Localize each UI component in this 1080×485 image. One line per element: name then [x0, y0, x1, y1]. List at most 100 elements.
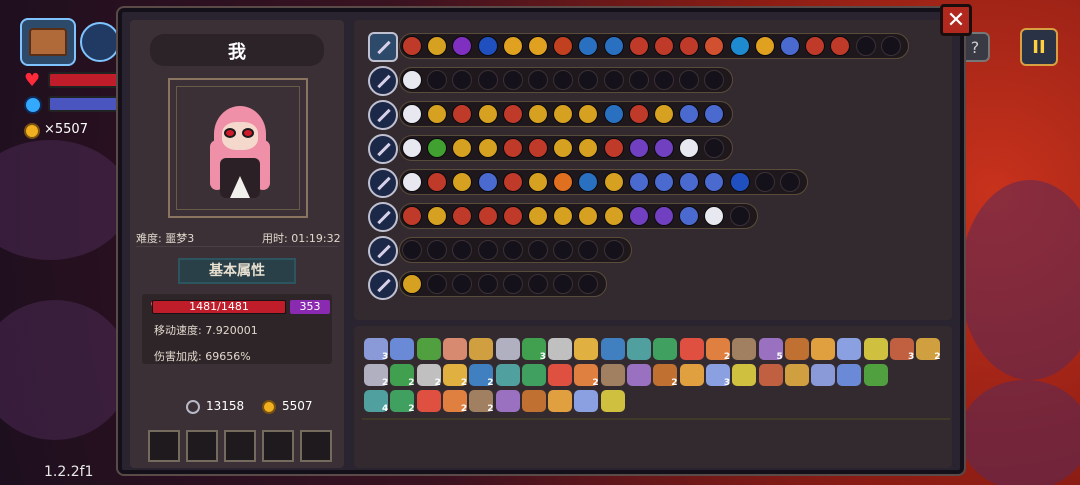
- current-weapon-icon[interactable]: [80, 22, 120, 62]
- upgrade-icon[interactable]: [729, 172, 750, 192]
- upgrade-icon[interactable]: [477, 206, 498, 226]
- empty-upgrade-slot[interactable]: [502, 240, 523, 260]
- collected-item-icon[interactable]: [548, 390, 573, 412]
- upgrade-icon[interactable]: [402, 172, 422, 192]
- upgrade-icon[interactable]: [603, 36, 624, 56]
- collected-item-icon[interactable]: [548, 338, 573, 360]
- upgrade-icon[interactable]: [603, 138, 624, 158]
- help-button[interactable]: ?: [960, 32, 990, 62]
- empty-upgrade-slot[interactable]: [477, 240, 498, 260]
- upgrade-icon[interactable]: [754, 36, 775, 56]
- collected-item-icon[interactable]: [574, 338, 599, 360]
- equip-slot[interactable]: [224, 430, 256, 462]
- upgrade-icon[interactable]: [603, 206, 624, 226]
- collected-item-icon[interactable]: [627, 364, 651, 386]
- upgrade-icon[interactable]: [528, 138, 548, 158]
- upgrade-icon[interactable]: [628, 206, 649, 226]
- upgrade-icon[interactable]: [402, 70, 422, 90]
- collected-item-icon[interactable]: [521, 390, 546, 412]
- weapon-icon[interactable]: [368, 66, 398, 96]
- empty-upgrade-slot[interactable]: [402, 240, 422, 260]
- upgrade-icon[interactable]: [654, 36, 674, 56]
- weapon-icon[interactable]: [368, 270, 398, 300]
- empty-upgrade-slot[interactable]: [603, 240, 624, 260]
- collected-item-icon[interactable]: [653, 338, 678, 360]
- chest-row-icon[interactable]: [368, 32, 398, 62]
- collected-item-icon[interactable]: [863, 338, 888, 360]
- upgrade-icon[interactable]: [528, 36, 548, 56]
- empty-upgrade-slot[interactable]: [654, 70, 674, 90]
- empty-upgrade-slot[interactable]: [502, 274, 523, 294]
- empty-upgrade-slot[interactable]: [754, 172, 775, 192]
- weapon-icon[interactable]: [368, 202, 398, 232]
- collected-item-icon[interactable]: [758, 364, 783, 386]
- upgrade-icon[interactable]: [603, 104, 624, 124]
- empty-upgrade-slot[interactable]: [603, 70, 624, 90]
- upgrade-icon[interactable]: [628, 138, 649, 158]
- collected-item-icon[interactable]: [416, 338, 441, 360]
- equip-slot[interactable]: [148, 430, 180, 462]
- upgrade-icon[interactable]: [654, 104, 674, 124]
- collected-item-icon[interactable]: [863, 364, 888, 386]
- empty-upgrade-slot[interactable]: [477, 274, 498, 294]
- equip-slot[interactable]: [262, 430, 294, 462]
- basic-attributes-tab[interactable]: 基本属性: [178, 258, 296, 284]
- collected-item-icon[interactable]: [469, 338, 494, 360]
- collected-item-icon[interactable]: [574, 390, 599, 412]
- empty-upgrade-slot[interactable]: [628, 70, 649, 90]
- empty-upgrade-slot[interactable]: [477, 70, 498, 90]
- collected-item-icon[interactable]: [732, 364, 757, 386]
- collected-item-icon[interactable]: [627, 338, 651, 360]
- upgrade-icon[interactable]: [654, 206, 674, 226]
- upgrade-icon[interactable]: [628, 36, 649, 56]
- collected-item-icon[interactable]: [811, 364, 836, 386]
- pause-button[interactable]: II: [1020, 28, 1058, 66]
- empty-upgrade-slot[interactable]: [855, 36, 876, 56]
- weapon-icon[interactable]: [368, 134, 398, 164]
- inventory-chest-button[interactable]: [20, 18, 76, 66]
- collected-item-icon[interactable]: [811, 338, 836, 360]
- upgrade-icon[interactable]: [603, 172, 624, 192]
- equip-slot[interactable]: [300, 430, 332, 462]
- empty-upgrade-slot[interactable]: [880, 36, 901, 56]
- upgrade-icon[interactable]: [528, 206, 548, 226]
- empty-upgrade-slot[interactable]: [528, 274, 548, 294]
- upgrade-icon[interactable]: [402, 104, 422, 124]
- collected-item-icon[interactable]: [600, 338, 625, 360]
- upgrade-icon[interactable]: [502, 138, 523, 158]
- collected-item-icon[interactable]: [679, 364, 704, 386]
- collected-item-icon[interactable]: [837, 338, 862, 360]
- empty-upgrade-slot[interactable]: [502, 70, 523, 90]
- upgrade-icon[interactable]: [502, 206, 523, 226]
- collected-item-icon[interactable]: [600, 364, 625, 386]
- upgrade-icon[interactable]: [780, 36, 800, 56]
- collected-item-icon[interactable]: [390, 338, 415, 360]
- upgrade-icon[interactable]: [528, 172, 548, 192]
- equip-slot[interactable]: [186, 430, 218, 462]
- collected-item-icon[interactable]: [732, 338, 757, 360]
- close-button[interactable]: ✕: [940, 4, 972, 36]
- upgrade-icon[interactable]: [477, 36, 498, 56]
- collected-item-icon[interactable]: [679, 338, 704, 360]
- upgrade-icon[interactable]: [628, 104, 649, 124]
- collected-item-icon[interactable]: [784, 364, 809, 386]
- upgrade-icon[interactable]: [477, 172, 498, 192]
- weapon-icon[interactable]: [368, 100, 398, 130]
- upgrade-icon[interactable]: [628, 172, 649, 192]
- collected-item-icon[interactable]: [495, 364, 520, 386]
- collected-item-icon[interactable]: [548, 364, 573, 386]
- upgrade-icon[interactable]: [402, 138, 422, 158]
- upgrade-icon[interactable]: [402, 36, 422, 56]
- upgrade-icon[interactable]: [477, 138, 498, 158]
- empty-upgrade-slot[interactable]: [780, 172, 800, 192]
- upgrade-icon[interactable]: [654, 172, 674, 192]
- weapon-icon[interactable]: [368, 236, 398, 266]
- collected-item-icon[interactable]: [837, 364, 862, 386]
- upgrade-icon[interactable]: [402, 206, 422, 226]
- collected-item-icon[interactable]: [784, 338, 809, 360]
- collected-item-icon[interactable]: [495, 338, 520, 360]
- collected-item-icon[interactable]: [442, 338, 467, 360]
- upgrade-icon[interactable]: [502, 172, 523, 192]
- empty-upgrade-slot[interactable]: [528, 70, 548, 90]
- upgrade-icon[interactable]: [502, 104, 523, 124]
